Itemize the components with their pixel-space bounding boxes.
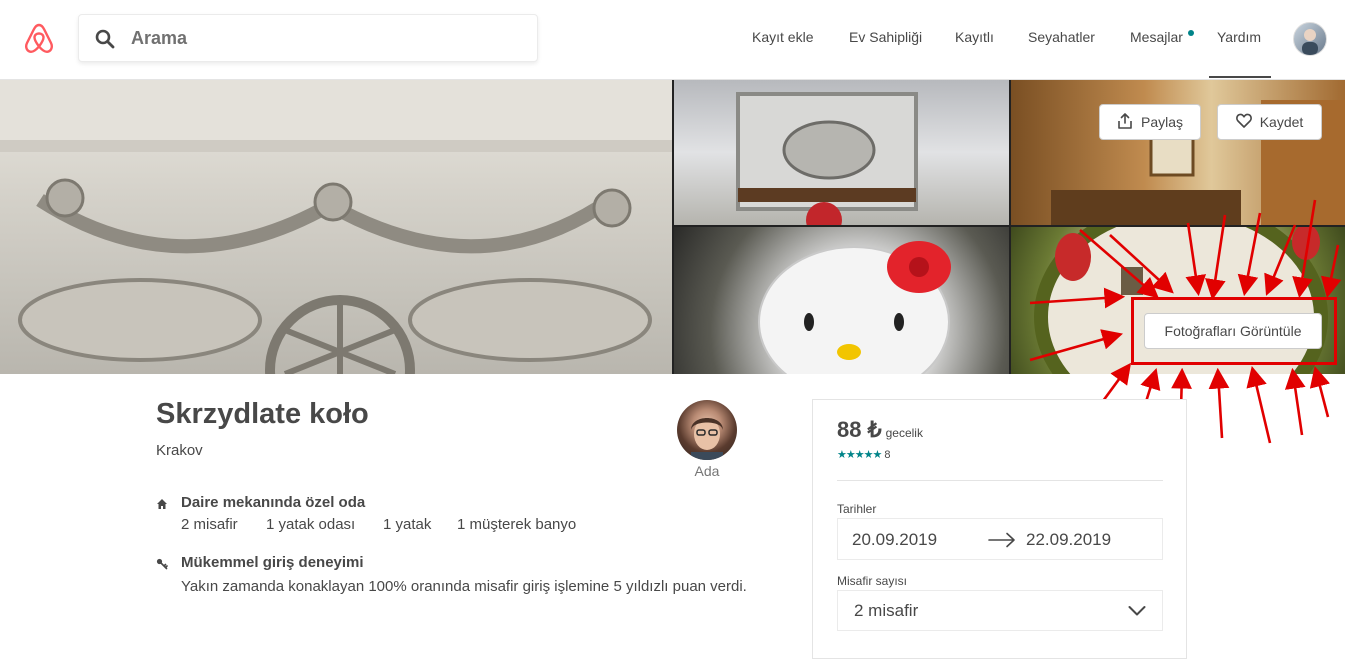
dates-picker: 20.09.2019 22.09.2019 (837, 518, 1163, 560)
key-icon (156, 557, 168, 570)
listing-location[interactable]: Krakov (156, 442, 203, 459)
feature-description: Yakın zamanda konaklayan 100% oranında m… (181, 578, 747, 595)
search-input[interactable] (131, 23, 521, 53)
price-block: 88 ₺ gecelik (837, 417, 923, 443)
user-avatar[interactable] (1293, 22, 1327, 56)
share-icon (1117, 112, 1133, 132)
feature-title: Daire mekanında özel oda (181, 494, 366, 511)
star-rating-icon: ★★★★★ (837, 449, 882, 461)
chevron-down-icon (1128, 603, 1146, 619)
check-out-date[interactable]: 22.09.2019 (1026, 530, 1111, 550)
detail-guests: 2 misafir (181, 516, 238, 533)
detail-bedrooms: 1 yatak odası (266, 516, 356, 533)
feature-title: Mükemmel giriş deneyimi (181, 554, 364, 571)
detail-beds: 1 yatak (383, 516, 432, 533)
messages-notification-dot (1188, 30, 1194, 36)
dates-label: Tarihler (837, 502, 877, 516)
guests-select[interactable]: 2 misafir (837, 590, 1163, 631)
price-value: 88 ₺ (837, 417, 882, 442)
booking-panel: 88 ₺ gecelik ★★★★★ 8 Tarihler 20.09.2019 … (812, 399, 1187, 659)
top-header: Kayıt ekle Ev Sahipliği Kayıtlı Seyahatl… (0, 0, 1345, 80)
nav-help[interactable]: Yardım (1217, 29, 1261, 45)
check-in-date[interactable]: 20.09.2019 (852, 530, 937, 550)
share-label: Paylaş (1140, 114, 1184, 130)
nav-hosting[interactable]: Ev Sahipliği (849, 29, 922, 45)
nav-trips[interactable]: Seyahatler (1028, 29, 1095, 45)
search-bar[interactable] (78, 14, 538, 62)
airbnb-logo-icon[interactable] (24, 22, 54, 54)
price-unit: gecelik (885, 426, 923, 440)
nav-messages[interactable]: Mesajlar (1130, 29, 1183, 45)
host-name[interactable]: Ada (677, 463, 737, 479)
rating[interactable]: ★★★★★ 8 (837, 448, 891, 461)
home-icon (156, 497, 168, 509)
nav-saved[interactable]: Kayıtlı (955, 29, 994, 45)
search-icon (95, 29, 115, 49)
nav-add-listing[interactable]: Kayıt ekle (752, 29, 813, 45)
guests-label: Misafir sayısı (837, 574, 908, 588)
main-photo[interactable] (0, 80, 672, 374)
hello-kitty-photo[interactable] (674, 227, 1009, 374)
listing-title: Skrzydlate koło (156, 398, 369, 430)
save-label: Kaydet (1259, 114, 1304, 130)
arrow-right-icon (988, 532, 1016, 548)
building-photo[interactable] (674, 80, 1009, 225)
save-button[interactable]: Kaydet (1217, 104, 1322, 140)
review-count: 8 (884, 449, 891, 461)
active-nav-underline (1209, 76, 1271, 78)
share-button[interactable]: Paylaş (1099, 104, 1201, 140)
detail-bathroom: 1 müşterek banyo (457, 516, 577, 533)
guests-value: 2 misafir (854, 601, 919, 620)
heart-icon (1235, 113, 1252, 131)
host-avatar[interactable] (677, 400, 737, 460)
divider (837, 480, 1163, 481)
